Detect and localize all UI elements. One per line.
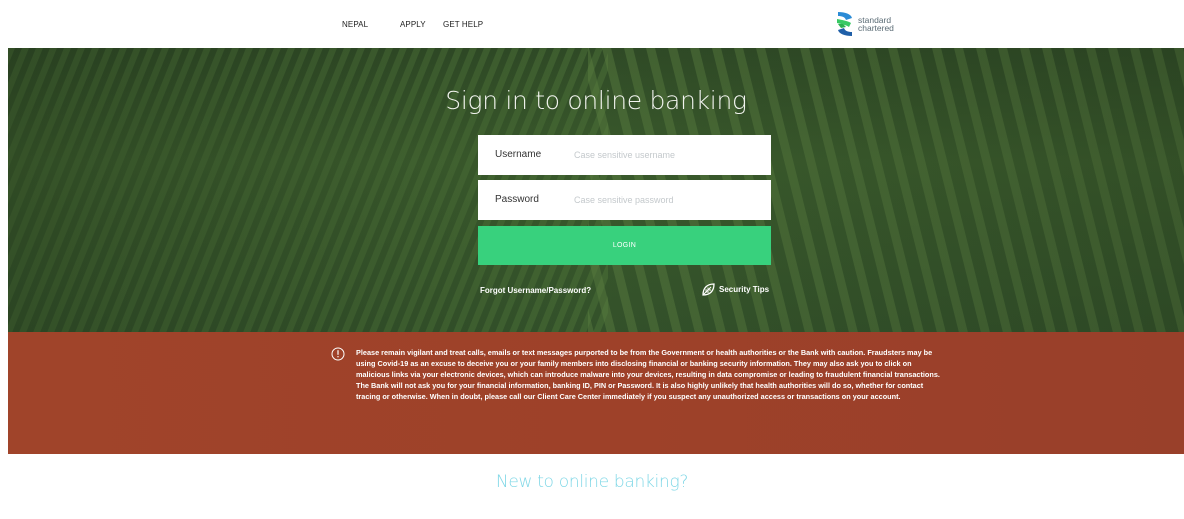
fraud-warning-text: Please remain vigilant and treat calls, … (356, 348, 940, 401)
info-circle-icon (331, 347, 345, 361)
username-input[interactable] (574, 143, 764, 167)
get-help-link[interactable]: GET HELP (443, 20, 483, 29)
page-title: Sign in to online banking (445, 86, 747, 115)
standard-chartered-logo[interactable]: standard chartered (836, 9, 894, 39)
username-label: Username (495, 149, 542, 160)
security-tips-label: Security Tips (719, 285, 770, 294)
logo-wordmark: standard chartered (858, 16, 894, 33)
fraud-warning-banner: Please remain vigilant and treat calls, … (8, 332, 1184, 454)
password-input[interactable] (574, 188, 764, 212)
new-to-online-banking-heading: New to online banking? (495, 472, 689, 492)
password-field[interactable]: Password (478, 180, 771, 220)
password-label: Password (495, 194, 539, 205)
username-field[interactable]: Username (478, 135, 771, 175)
forgot-credentials-link[interactable]: Forgot Username/Password? (480, 286, 591, 295)
hero-login-section: Sign in to online banking Username Passw… (8, 48, 1184, 332)
country-selector-link[interactable]: NEPAL (342, 20, 368, 29)
shield-leaf-icon (702, 283, 715, 296)
apply-link[interactable]: APPLY (400, 20, 426, 29)
logo-line-2: chartered (858, 23, 894, 33)
security-tips-link[interactable]: Security Tips (701, 282, 769, 297)
login-button[interactable]: LOGIN (478, 226, 771, 265)
top-navigation: NEPAL APPLY GET HELP standard chartered (0, 0, 1184, 48)
sc-logo-icon (837, 12, 852, 36)
